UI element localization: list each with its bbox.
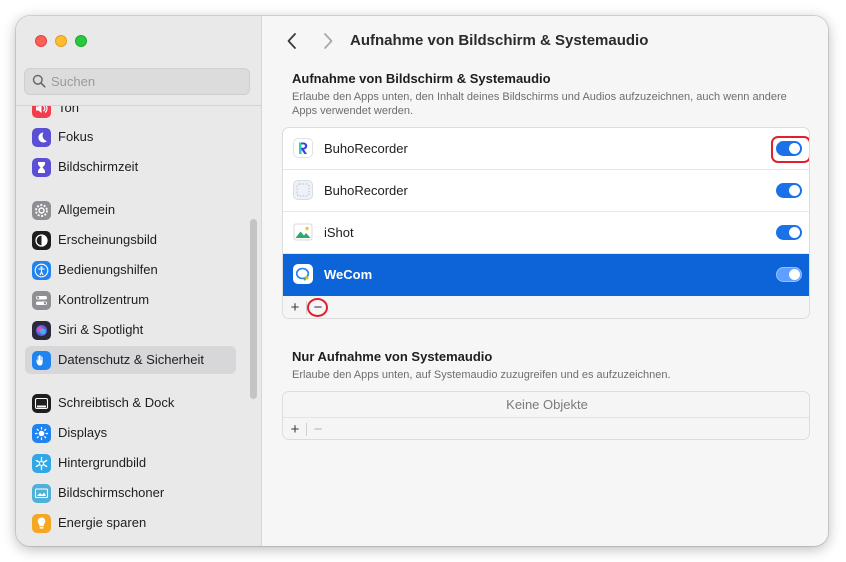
ishot-icon <box>293 222 313 242</box>
sidebar-item-label: Energie sparen <box>58 515 147 530</box>
sidebar-item-label: Bildschirmzeit <box>58 159 139 174</box>
app-row-buhorecorder[interactable]: BuhoRecorder <box>283 128 809 170</box>
section-description: Erlaube den Apps unten, den Inhalt deine… <box>292 91 787 117</box>
sidebar: Ton Fokus Bildschirmzeit A <box>16 16 262 546</box>
buhorecorder-icon <box>293 138 313 158</box>
accessibility-icon <box>32 261 51 280</box>
toggle-switch[interactable] <box>776 267 802 282</box>
back-button[interactable] <box>282 30 302 52</box>
sidebar-scrollbar[interactable] <box>250 219 257 399</box>
forward-button[interactable] <box>318 30 338 52</box>
sidebar-item-label: Fokus <box>58 129 94 144</box>
hand-icon <box>32 351 51 370</box>
audio-app-list: Keine Objekte + − <box>282 391 810 440</box>
sidebar-item-bildschirmzeit[interactable]: Bildschirmzeit <box>25 153 236 181</box>
search-input[interactable] <box>51 72 241 91</box>
sidebar-item-allgemein[interactable]: Allgemein <box>25 196 236 224</box>
gear-icon <box>32 201 51 220</box>
sidebar-item-label: Erscheinungsbild <box>58 232 158 247</box>
sidebar-item-fokus[interactable]: Fokus <box>25 123 236 151</box>
screensaver-icon <box>32 484 51 503</box>
list-controls: + − <box>283 296 809 318</box>
zoom-button[interactable] <box>75 35 87 47</box>
sidebar-item-schreibtisch-dock[interactable]: Schreibtisch & Dock <box>25 389 236 417</box>
sidebar-item-label: Bildschirmschoner <box>58 485 165 500</box>
app-name: BuhoRecorder <box>324 141 408 156</box>
sidebar-item-label: Siri & Spotlight <box>58 322 144 337</box>
siri-icon <box>32 321 51 340</box>
app-list: BuhoRecorder BuhoRecorder iShot WeCom + … <box>282 127 810 319</box>
sidebar-item-erscheinungsbild[interactable]: Erscheinungsbild <box>25 226 236 254</box>
sidebar-item-label: Datenschutz & Sicherheit <box>58 352 204 367</box>
main-pane: Aufnahme von Bildschirm & Systemaudio Au… <box>262 16 828 546</box>
sidebar-item-bildschirmschoner[interactable]: Bildschirmschoner <box>25 479 236 507</box>
app-row-wecom[interactable]: WeCom <box>283 254 809 296</box>
add-button[interactable]: + <box>289 418 301 439</box>
list-controls: + − <box>283 418 809 439</box>
buhorecorder-placeholder-icon <box>293 180 313 200</box>
wecom-icon <box>293 264 313 284</box>
page-title: Aufnahme von Bildschirm & Systemaudio <box>350 32 649 49</box>
moon-icon <box>32 128 51 147</box>
sidebar-item-ton[interactable]: Ton <box>25 106 236 122</box>
search-icon <box>32 74 46 88</box>
app-row-ishot[interactable]: iShot <box>283 212 809 254</box>
toggle-switch[interactable] <box>776 141 802 156</box>
section-description: Erlaube den Apps unten, auf Systemaudio … <box>292 369 671 381</box>
control-center-icon <box>32 291 51 310</box>
hourglass-icon <box>32 158 51 177</box>
control-divider <box>306 423 307 436</box>
dock-icon <box>32 394 51 413</box>
search-field[interactable] <box>24 68 250 95</box>
sidebar-item-label: Bedienungshilfen <box>58 262 158 277</box>
sidebar-item-energie-sparen[interactable]: Energie sparen <box>25 509 236 537</box>
empty-list-text: Keine Objekte <box>283 392 809 418</box>
sidebar-item-label: Allgemein <box>58 202 116 217</box>
app-name: BuhoRecorder <box>324 183 408 198</box>
sidebar-item-label: Schreibtisch & Dock <box>58 395 175 410</box>
app-name: WeCom <box>324 267 373 282</box>
remove-button[interactable]: − <box>312 296 324 318</box>
add-button[interactable]: + <box>289 296 301 318</box>
section-title: Nur Aufnahme von Systemaudio <box>292 349 493 364</box>
app-name: iShot <box>324 225 354 240</box>
snowflake-icon <box>32 454 51 473</box>
sidebar-item-label: Ton <box>58 106 79 115</box>
sidebar-item-hintergrundbild[interactable]: Hintergrundbild <box>25 449 236 477</box>
settings-window: Ton Fokus Bildschirmzeit A <box>16 16 828 546</box>
sidebar-item-bedienungshilfen[interactable]: Bedienungshilfen <box>25 256 236 284</box>
sidebar-list: Ton Fokus Bildschirmzeit Allgemein Ersch… <box>16 106 261 546</box>
sidebar-item-label: Hintergrundbild <box>58 455 147 470</box>
speaker-icon <box>32 106 51 118</box>
chevron-left-icon <box>287 33 296 49</box>
sidebar-item-label: Displays <box>58 425 108 440</box>
app-row-buhorecorder-2[interactable]: BuhoRecorder <box>283 170 809 212</box>
toggle-switch[interactable] <box>776 183 802 198</box>
chevron-right-icon <box>324 33 333 49</box>
sidebar-item-siri-spotlight[interactable]: Siri & Spotlight <box>25 316 236 344</box>
sidebar-item-datenschutz-sicherheit[interactable]: Datenschutz & Sicherheit <box>25 346 236 374</box>
battery-icon <box>32 514 51 533</box>
sidebar-item-label: Kontrollzentrum <box>58 292 150 307</box>
section-title: Aufnahme von Bildschirm & Systemaudio <box>292 71 551 86</box>
sun-icon <box>32 424 51 443</box>
sidebar-item-kontrollzentrum[interactable]: Kontrollzentrum <box>25 286 236 314</box>
remove-button[interactable]: − <box>312 418 324 439</box>
sidebar-item-displays[interactable]: Displays <box>25 419 236 447</box>
close-button[interactable] <box>35 35 47 47</box>
minimize-button[interactable] <box>55 35 67 47</box>
toggle-switch[interactable] <box>776 225 802 240</box>
appearance-icon <box>32 231 51 250</box>
